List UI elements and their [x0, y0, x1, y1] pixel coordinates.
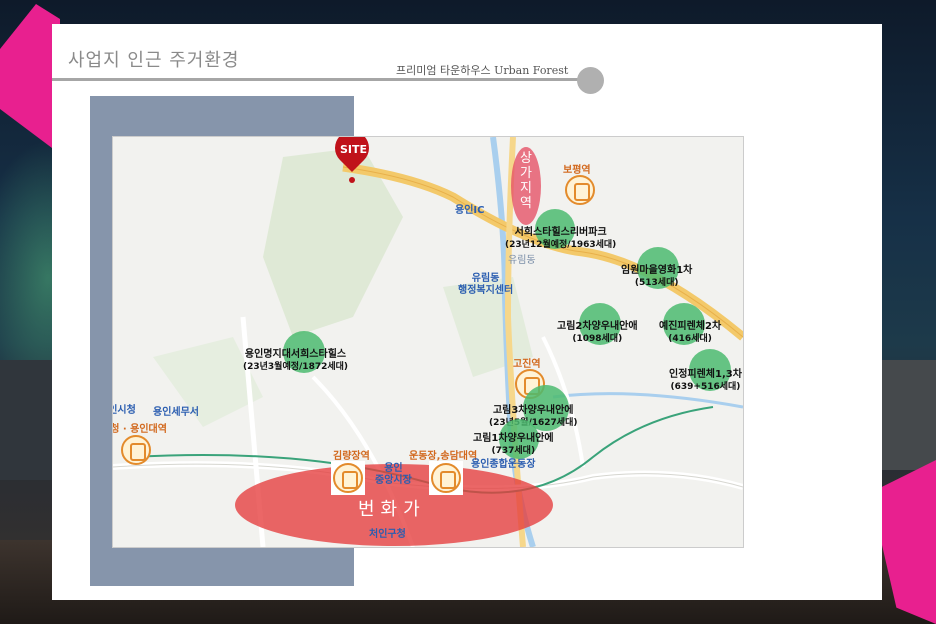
station-label-gimnyangjang: 김량장역	[333, 451, 370, 462]
title-divider	[52, 78, 582, 81]
pink-accent-top-left	[0, 4, 60, 154]
commercial-area-label: 상가지역	[520, 151, 532, 211]
place-yurim-center: 유림동 행정복지센터	[458, 273, 514, 296]
site-label: SITE	[340, 143, 368, 156]
station-label-bojeong: 보평역	[563, 165, 591, 176]
place-yurim-dong: 유림동	[508, 255, 536, 266]
complex-label: 서희스타힐스리버파크 (23년12월예정/1963세대)	[505, 227, 617, 250]
place-central-market: 용인 중앙시장	[375, 463, 412, 486]
site-point	[349, 177, 355, 183]
station-frame	[331, 461, 365, 495]
location-map: 상가지역 번화가 SITE 보평역 고진역 김량장역 운동장,송담대역 시청 ·…	[112, 136, 744, 548]
train-station-icon	[121, 435, 151, 465]
train-station-icon	[333, 463, 363, 493]
place-stadium: 용인종합운동장	[471, 459, 536, 470]
page-subtitle: 프리미엄 타운하우스 Urban Forest	[396, 64, 569, 77]
page-title: 사업지 인근 주거환경	[68, 50, 240, 71]
title-dot	[577, 67, 604, 94]
complex-label: 고림2차양우내안애 (1098세대)	[557, 321, 638, 344]
place-cheoin-office: 처인구청	[369, 529, 406, 540]
complex-label: 용인명지대서희스타힐스 (23년3월예정/1872세대)	[243, 349, 349, 372]
complex-label: 인정피렌체1,3차 (639+516세대)	[669, 369, 742, 392]
train-station-icon	[565, 175, 595, 205]
station-label-undongjang: 운동장,송담대역	[409, 451, 478, 462]
train-station-icon	[431, 463, 461, 493]
station-label-gojin: 고진역	[513, 359, 541, 370]
place-yongin-tax-office: 용인세무서	[153, 407, 199, 418]
downtown-label: 번화가	[358, 499, 426, 520]
slide: 사업지 인근 주거환경 프리미엄 타운하우스 Urban Forest 상가지역…	[52, 24, 882, 600]
station-label-cityhall: 시청 · 용인대역	[113, 424, 167, 435]
complex-label: 고림1차양우내안에 (737세대)	[473, 433, 554, 456]
place-yongin-ic: 용인IC	[455, 205, 485, 216]
complex-label: 임원마을영화1차 (513세대)	[621, 265, 693, 288]
complex-label: 예진피렌체2차 (416세대)	[659, 321, 722, 344]
place-yongin-cityhall: 용인시청	[113, 405, 136, 416]
station-frame	[429, 461, 463, 495]
